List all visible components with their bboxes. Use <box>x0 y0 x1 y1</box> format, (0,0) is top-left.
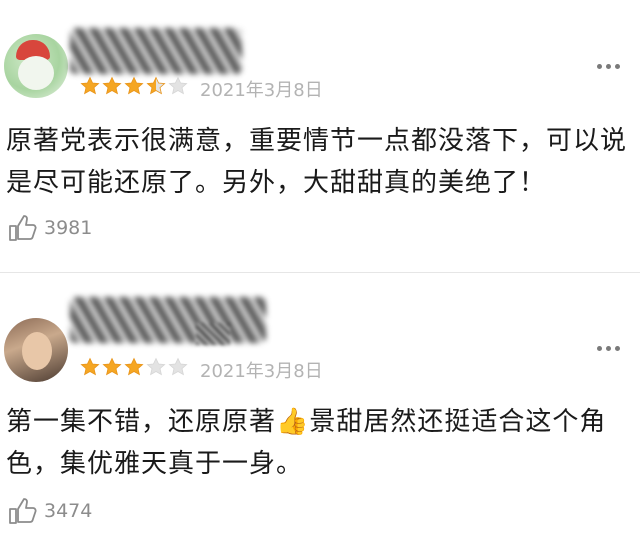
review-item: 2021年3月8日 原著党表示很满意，重要情节一点都没落下，可以说是尽可能还原了… <box>0 0 640 272</box>
star-icon <box>146 357 166 376</box>
star-icon <box>102 357 122 376</box>
avatar-face-shape <box>22 332 52 370</box>
like-count: 3474 <box>44 500 93 522</box>
star-icon <box>146 76 166 95</box>
star-icon <box>124 357 144 376</box>
review-text: 原著党表示很满意，重要情节一点都没落下，可以说是尽可能还原了。另外，大甜甜真的美… <box>6 126 628 198</box>
blurred-username <box>70 297 266 343</box>
user-avatar[interactable] <box>4 34 68 98</box>
star-icon <box>168 76 188 95</box>
like-count: 3981 <box>44 217 93 239</box>
blurred-username <box>70 28 242 74</box>
more-options-icon[interactable] <box>597 64 620 69</box>
avatar-face-shape <box>18 56 54 90</box>
star-icon <box>102 76 122 95</box>
thumbs-up-icon <box>9 498 37 524</box>
blurred-username-suffix <box>196 323 230 345</box>
like-button[interactable]: 3981 <box>6 212 92 244</box>
star-icon <box>80 357 100 376</box>
rating-stars <box>80 76 188 96</box>
review-item: 2021年3月8日 第一集不错，还原原著👍景甜居然还挺适合这个角色，集优雅天真于… <box>0 273 640 551</box>
thumbs-up-icon <box>9 215 37 241</box>
review-text: 第一集不错，还原原著👍景甜居然还挺适合这个角色，集优雅天真于一身。 <box>6 407 607 479</box>
star-icon <box>168 357 188 376</box>
more-options-icon[interactable] <box>597 346 620 351</box>
review-date: 2021年3月8日 <box>200 361 323 382</box>
star-icon <box>124 76 144 95</box>
rating-stars <box>80 357 188 377</box>
like-button[interactable]: 3474 <box>6 495 92 527</box>
review-date: 2021年3月8日 <box>200 80 323 101</box>
user-avatar[interactable] <box>4 318 68 382</box>
star-icon <box>80 76 100 95</box>
